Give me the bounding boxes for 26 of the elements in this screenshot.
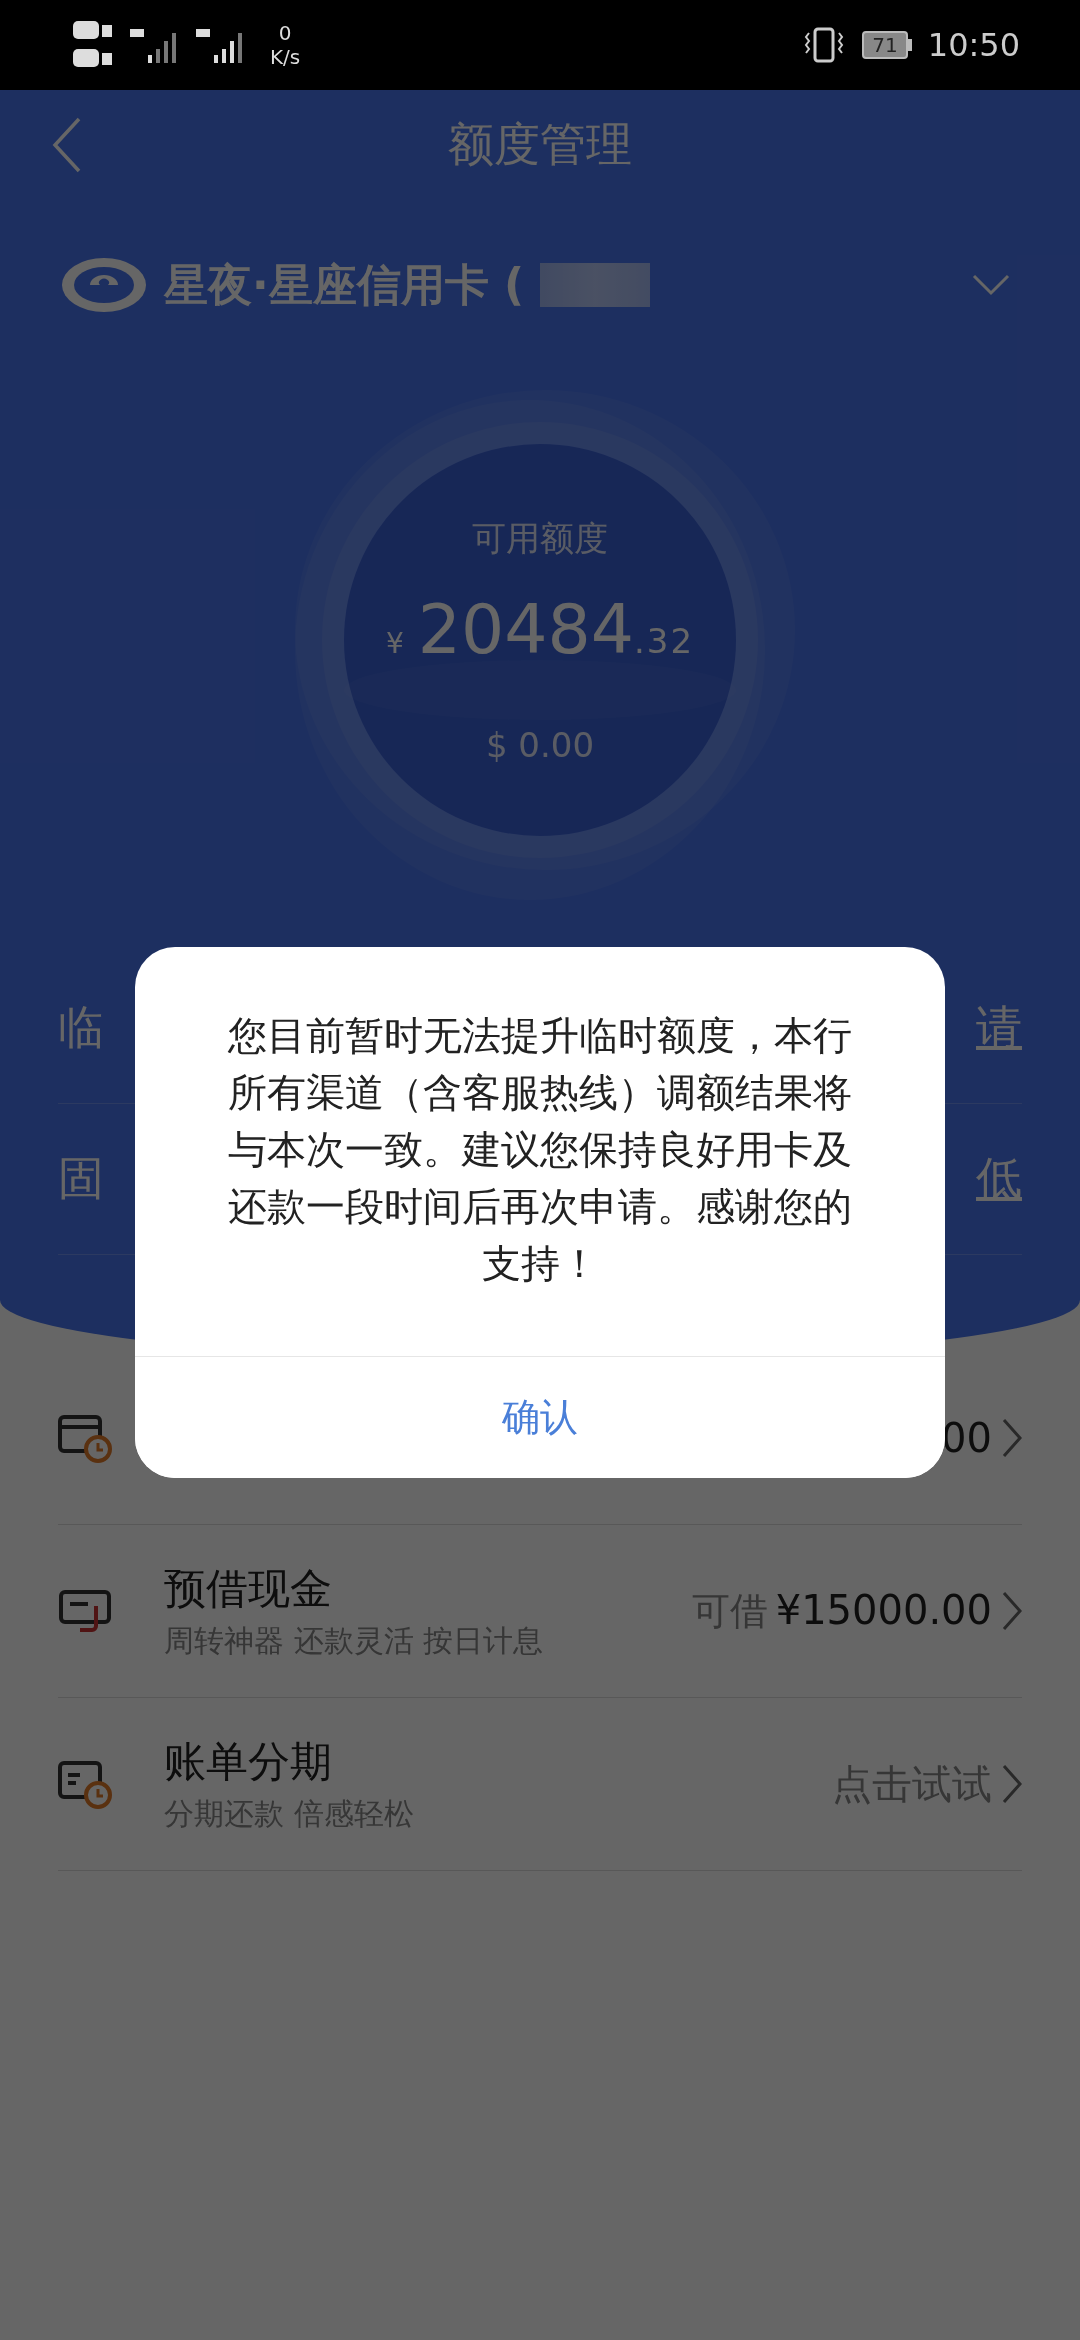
speed-unit: K/s	[270, 45, 301, 69]
clock-time: 10:50	[927, 26, 1020, 64]
confirm-button[interactable]: 确认	[135, 1356, 945, 1478]
balance-label: 可用额度	[472, 516, 608, 560]
service-value: ¥15000.00	[775, 1586, 992, 1633]
balance-amount: ¥ 20484.32	[385, 589, 695, 669]
chevron-right-icon[interactable]	[1002, 1764, 1022, 1804]
card-name: 星夜·星座信用卡 (	[164, 257, 525, 312]
chevron-right-icon[interactable]	[1002, 1591, 1022, 1631]
network-speed: 0	[278, 21, 292, 45]
chevron-right-icon[interactable]	[1002, 1418, 1022, 1458]
back-icon[interactable]	[52, 117, 82, 173]
card-clock-icon	[58, 1759, 114, 1809]
usd-balance: $ 0.00	[485, 724, 595, 765]
limit-action-link[interactable]: 低	[976, 1148, 1022, 1210]
card-clock-icon	[58, 1413, 114, 1463]
service-title: 预借现金	[164, 1562, 333, 1615]
limit-action-link[interactable]: 请	[976, 997, 1022, 1059]
bank-logo-icon	[60, 256, 148, 314]
service-title: 账单分期	[164, 1735, 333, 1788]
dialog-message: 您目前暂时无法提升临时额度，本行所有渠道（含客服热线）调额结果将与本次一致。建议您保持良好用卡及还款一段时间后再次申请。感谢您的支持！	[227, 1012, 853, 1288]
page-title: 额度管理	[448, 116, 632, 173]
vibrate-icon	[804, 27, 845, 63]
limit-label: 临	[58, 999, 104, 1056]
limit-label: 固	[58, 1150, 104, 1207]
chevron-down-icon[interactable]	[972, 274, 1010, 296]
